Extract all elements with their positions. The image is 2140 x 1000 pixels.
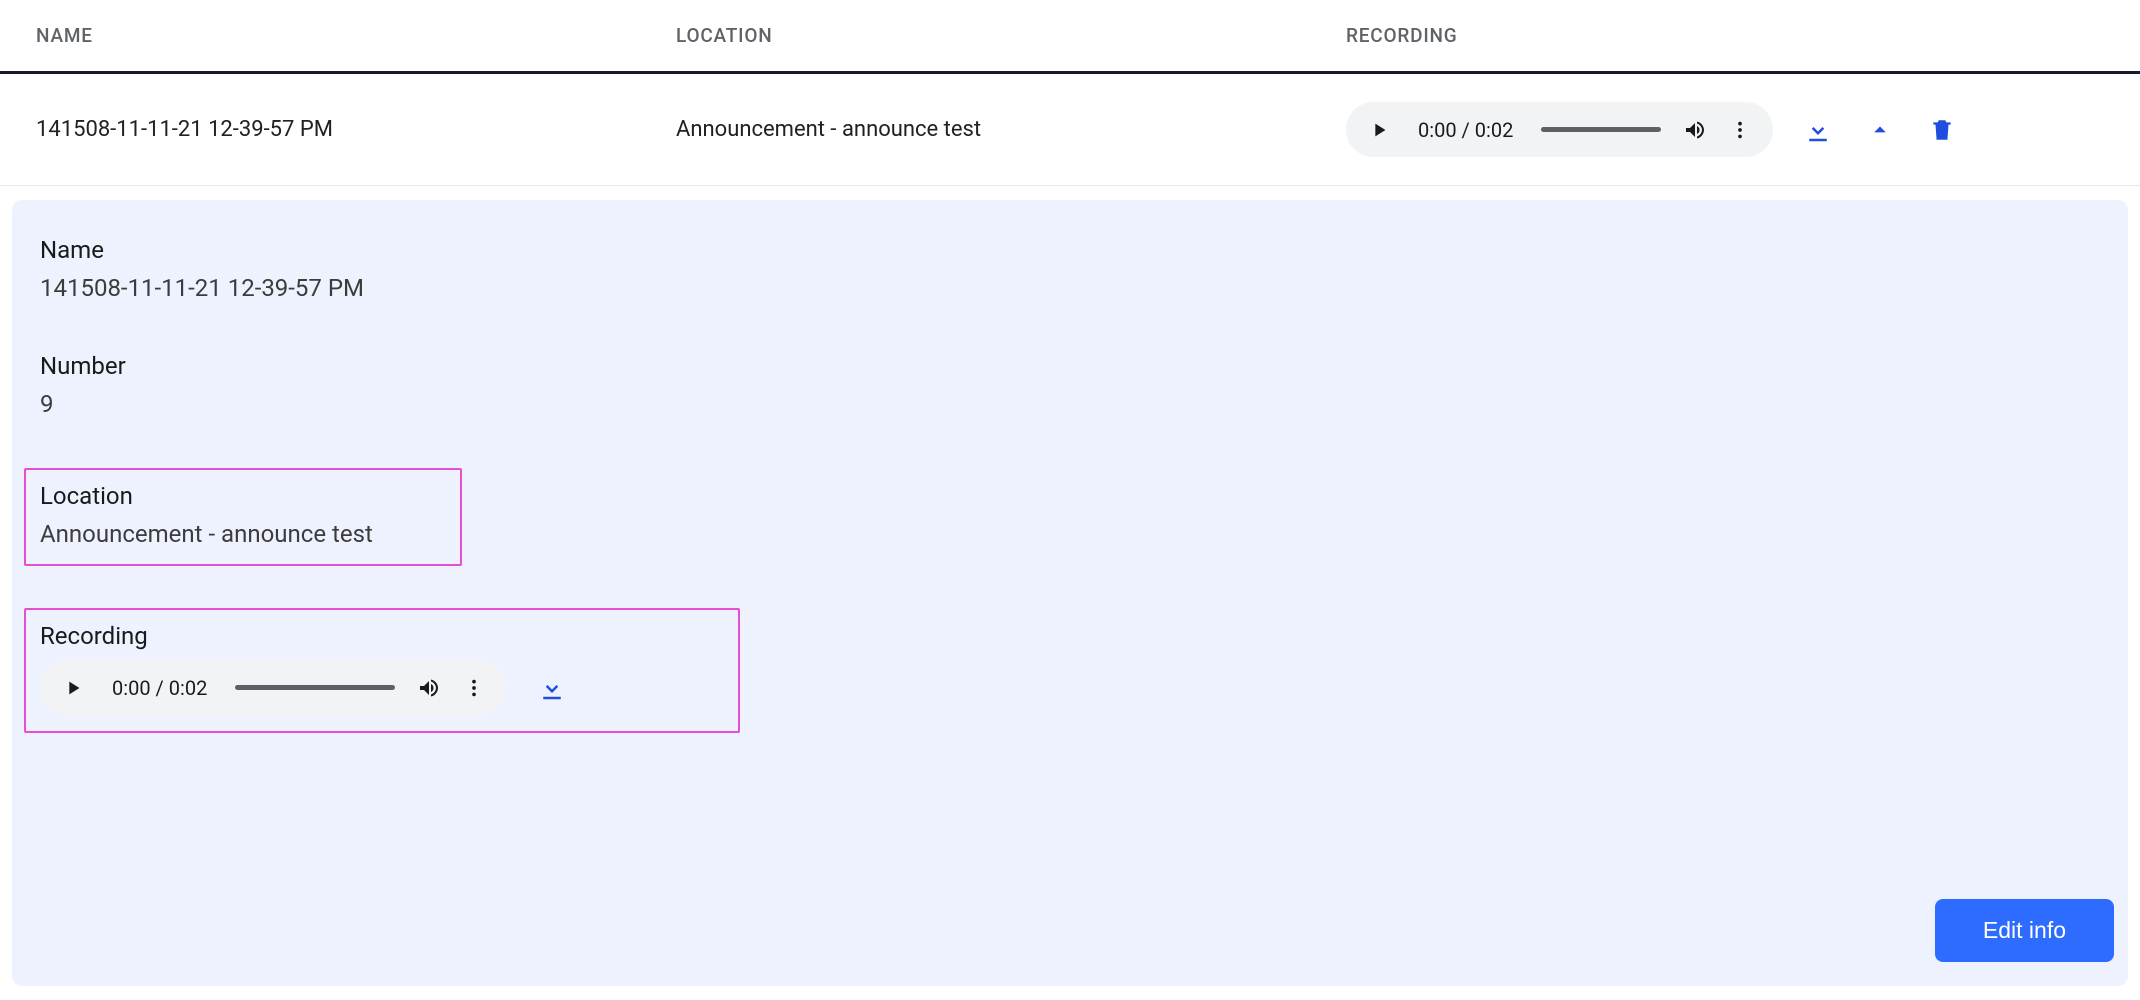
detail-panel: Name 141508-11-11-21 12-39-57 PM Number … [12,200,2128,986]
detail-recording-field: Recording 0:00 / 0:02 [24,608,740,733]
audio-player-row[interactable]: 0:00 / 0:02 [1346,102,1773,157]
table-row[interactable]: 141508-11-11-21 12-39-57 PM Announcement… [0,74,2140,186]
detail-number-label: Number [40,352,2100,380]
detail-name-value: 141508-11-11-21 12-39-57 PM [40,274,2100,302]
more-vert-icon[interactable] [463,677,485,699]
column-header-name[interactable]: NAME [36,24,676,47]
detail-location-value: Announcement - announce test [40,520,446,548]
detail-recording-label: Recording [40,622,724,650]
row-location: Announcement - announce test [676,117,1346,142]
download-icon[interactable] [1801,113,1835,147]
detail-location-field: Location Announcement - announce test [24,468,462,566]
audio-track[interactable] [235,685,395,690]
delete-icon[interactable] [1925,113,1959,147]
play-icon[interactable] [1368,119,1390,141]
detail-location-label: Location [40,482,446,510]
row-recording: 0:00 / 0:02 [1346,102,2140,157]
volume-icon[interactable] [1683,118,1707,142]
collapse-icon[interactable] [1863,113,1897,147]
audio-time: 0:00 / 0:02 [106,676,213,700]
audio-time: 0:00 / 0:02 [1412,118,1519,142]
edit-info-button[interactable]: Edit info [1935,899,2114,962]
detail-name-field: Name 141508-11-11-21 12-39-57 PM [40,236,2100,302]
play-icon[interactable] [62,677,84,699]
more-vert-icon[interactable] [1729,119,1751,141]
audio-player-detail[interactable]: 0:00 / 0:02 [40,660,507,715]
detail-number-value: 9 [40,390,2100,418]
download-icon[interactable] [535,671,569,705]
detail-name-label: Name [40,236,2100,264]
audio-track[interactable] [1541,127,1661,132]
volume-icon[interactable] [417,676,441,700]
table-header: NAME LOCATION RECORDING [0,0,2140,74]
detail-number-field: Number 9 [40,352,2100,418]
column-header-location[interactable]: LOCATION [676,24,1346,47]
row-name: 141508-11-11-21 12-39-57 PM [36,117,676,142]
column-header-recording[interactable]: RECORDING [1346,24,2140,47]
